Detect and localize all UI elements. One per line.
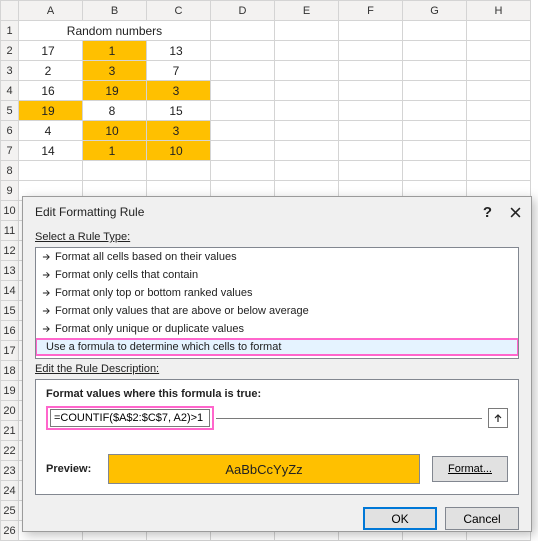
format-button[interactable]: Format... [432,456,508,482]
rule-type-item[interactable]: Format only cells that contain [36,266,518,284]
row-header[interactable]: 15 [1,301,19,321]
dialog-title: Edit Formatting Rule [35,205,483,219]
row-header[interactable]: 2 [1,41,19,61]
row-header[interactable]: 21 [1,421,19,441]
row-header[interactable]: 14 [1,281,19,301]
rule-type-label: Format only values that are above or bel… [55,305,309,317]
rule-type-item[interactable]: Format only values that are above or bel… [36,302,518,320]
cell[interactable]: 1 [83,141,147,161]
cell[interactable]: 15 [147,101,211,121]
row-header[interactable]: 20 [1,401,19,421]
row-header[interactable]: 18 [1,361,19,381]
row-header[interactable]: 4 [1,81,19,101]
cell[interactable]: 14 [19,141,83,161]
rule-type-label: Use a formula to determine which cells t… [46,341,281,353]
bullet-arrow-icon [42,271,51,279]
row-header[interactable]: 17 [1,341,19,361]
cell[interactable]: 19 [83,81,147,101]
row-header[interactable]: 8 [1,161,19,181]
cancel-button[interactable]: Cancel [445,507,519,530]
bullet-arrow-icon [42,307,51,315]
cell[interactable]: 8 [83,101,147,121]
cell[interactable]: 3 [83,61,147,81]
rule-type-label: Format all cells based on their values [55,251,237,263]
bullet-arrow-icon [42,289,51,297]
rule-description-box: Format values where this formula is true… [35,379,519,495]
row-header[interactable]: 10 [1,201,19,221]
bullet-arrow-icon [42,253,51,261]
row-header[interactable]: 25 [1,501,19,521]
collapse-range-button[interactable] [488,408,508,428]
row-header[interactable]: 12 [1,241,19,261]
select-rule-type-label: Select a Rule Type: [23,227,531,245]
cell[interactable]: 19 [19,101,83,121]
col-header[interactable]: B [83,1,147,21]
rule-type-label: Format only top or bottom ranked values [55,287,252,299]
rule-type-label: Format only unique or duplicate values [55,323,244,335]
cell[interactable]: 17 [19,41,83,61]
edit-rule-description-label: Edit the Rule Description: [23,359,531,377]
ok-button[interactable]: OK [363,507,437,530]
preview-swatch: AaBbCcYyZz [108,454,420,484]
col-header[interactable]: D [211,1,275,21]
formula-underline [216,418,482,419]
cell[interactable]: 10 [147,141,211,161]
cell[interactable]: 3 [147,121,211,141]
col-header[interactable]: G [403,1,467,21]
row-header[interactable]: 22 [1,441,19,461]
preview-label: Preview: [46,463,96,475]
col-header[interactable]: C [147,1,211,21]
row-header[interactable]: 6 [1,121,19,141]
row-header[interactable]: 11 [1,221,19,241]
rule-type-item-formula[interactable]: Use a formula to determine which cells t… [35,338,519,356]
rule-type-item[interactable]: Format all cells based on their values [36,248,518,266]
row-header[interactable]: 13 [1,261,19,281]
corner-cell[interactable] [1,1,19,21]
rule-type-label: Format only cells that contain [55,269,198,281]
formula-label: Format values where this formula is true… [46,388,508,400]
row-header[interactable]: 3 [1,61,19,81]
col-header[interactable]: E [275,1,339,21]
cell[interactable]: 16 [19,81,83,101]
row-header[interactable]: 5 [1,101,19,121]
rule-type-item[interactable]: Format only unique or duplicate values [36,320,518,338]
close-icon[interactable] [510,207,521,218]
dialog-titlebar[interactable]: Edit Formatting Rule ? [23,197,531,227]
row-header[interactable]: 16 [1,321,19,341]
rule-type-list[interactable]: Format all cells based on their values F… [35,247,519,359]
row-header[interactable]: 9 [1,181,19,201]
row-header[interactable]: 7 [1,141,19,161]
row-header[interactable]: 19 [1,381,19,401]
row-header[interactable]: 1 [1,21,19,41]
cell[interactable]: 10 [83,121,147,141]
cell[interactable]: 7 [147,61,211,81]
cell[interactable]: 3 [147,81,211,101]
cell[interactable]: 4 [19,121,83,141]
row-header[interactable]: 23 [1,461,19,481]
col-header[interactable]: F [339,1,403,21]
row-header[interactable]: 26 [1,521,19,541]
cell[interactable]: 1 [83,41,147,61]
help-icon[interactable]: ? [483,204,492,221]
col-header[interactable]: H [467,1,531,21]
cell[interactable]: 13 [147,41,211,61]
formula-input[interactable] [50,409,210,427]
row-header[interactable]: 24 [1,481,19,501]
edit-formatting-rule-dialog: Edit Formatting Rule ? Select a Rule Typ… [22,196,532,532]
col-header[interactable]: A [19,1,83,21]
cell[interactable]: 2 [19,61,83,81]
bullet-arrow-icon [42,325,51,333]
rule-type-item[interactable]: Format only top or bottom ranked values [36,284,518,302]
title-cell[interactable]: Random numbers [19,21,211,41]
